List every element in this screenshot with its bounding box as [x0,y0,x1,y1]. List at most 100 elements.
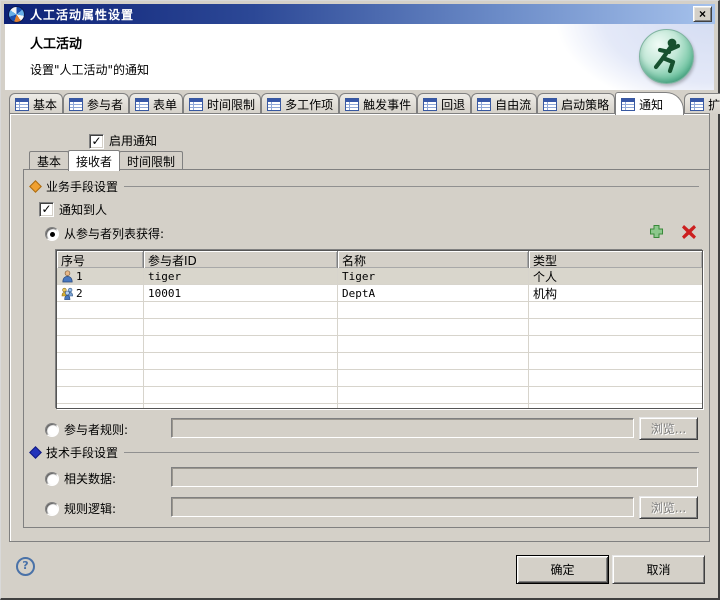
help-button[interactable]: ? [16,557,35,576]
cell-type: 个人 [533,268,557,285]
tab-label: 时间限制 [207,96,255,113]
rule-logic-label: 规则逻辑: [64,500,116,517]
page-subtitle: 设置"人工活动"的通知 [30,61,149,78]
tab-label: 启动策略 [561,96,609,113]
tab-label: 基本 [33,96,57,113]
add-participant-button[interactable] [649,224,664,239]
tab-rollback[interactable]: 回退 [417,93,471,114]
tab-label: 参与者 [87,96,123,113]
enable-notify-checkbox[interactable]: ✓ [89,134,104,149]
section-title: 业务手段设置 [46,178,118,195]
tab-label: 多工作项 [285,96,333,113]
tab-trigger-event[interactable]: 触发事件 [339,93,417,114]
table-icon [189,98,203,111]
empty-row [57,319,702,336]
tab-extension[interactable]: 扩展 [684,93,720,114]
main-tab-bar: 基本 参与者 表单 时间限制 多工作项 触发事件 回退 自由流 启动策略 通知 … [9,90,710,114]
orange-diamond-icon [29,180,42,193]
column-header-no[interactable]: 序号 [57,251,144,268]
column-header-type[interactable]: 类型 [529,251,702,268]
from-participant-list-label: 从参与者列表获得: [64,225,164,242]
section-title: 技术手段设置 [46,444,118,461]
tab-label: 回退 [441,96,465,113]
tab-basic[interactable]: 基本 [9,93,63,114]
table-icon [345,98,359,111]
table-header-row: 序号 参与者ID 名称 类型 [57,251,702,268]
notify-person-checkbox[interactable]: ✓ [39,202,54,217]
header-banner: 人工活动 设置"人工活动"的通知 [5,24,714,90]
participant-rule-browse-button: 浏览... [639,417,698,440]
close-icon: × [699,8,706,20]
check-icon: ✓ [41,204,51,214]
tab-free-flow[interactable]: 自由流 [471,93,537,114]
related-data-label: 相关数据: [64,470,116,487]
participant-row[interactable]: 1 tiger Tiger 个人 [57,268,702,285]
table-icon [543,98,557,111]
inner-tab-basic[interactable]: 基本 [29,151,69,170]
app-swirl-icon [8,6,25,23]
cell-name: Tiger [342,270,375,283]
empty-row [57,370,702,387]
table-icon [15,98,29,111]
participant-rule-radio[interactable] [45,423,59,437]
title-bar[interactable]: 人工活动属性设置 × [4,4,715,24]
tab-multi-workitem[interactable]: 多工作项 [261,93,339,114]
table-icon [423,98,437,111]
table-icon [690,98,704,111]
empty-row [57,387,702,404]
tab-label: 自由流 [495,96,531,113]
tab-label: 表单 [153,96,177,113]
technical-section-header: 技术手段设置 [31,445,699,459]
runner-icon [639,29,694,84]
from-participant-list-radio[interactable] [45,227,59,241]
cancel-button[interactable]: 取消 [612,555,705,584]
related-data-radio[interactable] [45,472,59,486]
remove-participant-button[interactable] [682,225,697,240]
column-header-id[interactable]: 参与者ID [144,251,338,268]
tab-participant[interactable]: 参与者 [63,93,129,114]
rule-logic-input [171,497,634,517]
notify-person-label: 通知到人 [59,201,107,218]
table-icon [267,98,281,111]
inner-tab-receiver[interactable]: 接收者 [68,150,120,171]
cell-no: 2 [76,287,83,300]
business-section-header: 业务手段设置 [31,179,699,193]
participant-rule-label: 参与者规则: [64,421,128,438]
tab-label: 基本 [37,153,61,170]
section-divider [124,452,699,453]
table-icon [135,98,149,111]
table-icon [69,98,83,111]
dialog-window: 人工活动属性设置 × 人工活动 设置"人工活动"的通知 基本 参与者 表单 时间… [0,0,720,600]
participant-rule-input [171,418,634,438]
x-icon [682,225,696,239]
tab-notification[interactable]: 通知 [615,92,684,115]
related-data-input [171,467,698,487]
tab-label: 时间限制 [127,153,175,170]
empty-row [57,353,702,370]
participant-row[interactable]: 2 10001 DeptA 机构 [57,285,702,302]
tab-start-strategy[interactable]: 启动策略 [537,93,615,114]
page-title: 人工活动 [30,33,82,52]
rule-logic-browse-button: 浏览... [639,496,698,519]
close-button[interactable]: × [693,6,712,22]
rule-logic-radio[interactable] [45,502,59,516]
window-title: 人工活动属性设置 [30,6,134,23]
group-icon [61,287,74,300]
cell-id: 10001 [148,287,181,300]
empty-row [57,336,702,353]
table-icon [621,98,635,111]
inner-tab-time-limit[interactable]: 时间限制 [119,151,183,170]
tab-form[interactable]: 表单 [129,93,183,114]
plus-icon [649,224,664,239]
empty-row [57,302,702,319]
tab-time-limit[interactable]: 时间限制 [183,93,261,114]
ok-button[interactable]: 确定 [516,555,609,584]
tab-label: 接收者 [76,153,112,170]
cell-no: 1 [76,270,83,283]
empty-row [57,404,702,409]
tab-label: 通知 [639,96,663,113]
section-divider [124,186,699,187]
participant-table: 序号 参与者ID 名称 类型 1 tiger Tiger 个人 [56,250,703,409]
column-header-name[interactable]: 名称 [338,251,529,268]
check-icon: ✓ [91,136,101,146]
